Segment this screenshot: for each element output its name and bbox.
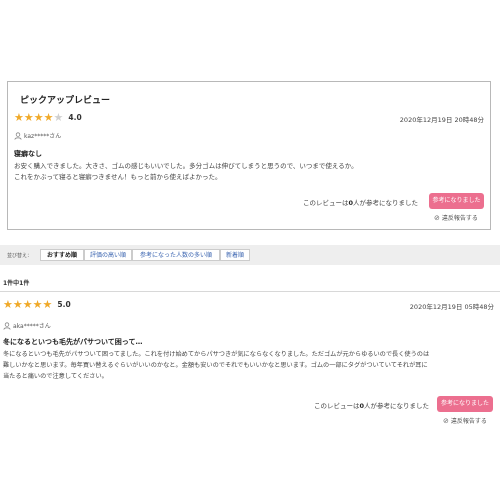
review-title: 冬になるといつも毛先がパサついて困って… <box>3 338 143 346</box>
pickup-review-body: お安く購入できました。大きさ、ゴムの感じもいいでした。多分ゴムは伸びてしまうと思… <box>14 161 484 183</box>
review-helpful-text: このレビューは0人が参考になりました <box>314 400 429 410</box>
review-username: aka*****さん <box>13 323 51 330</box>
body-line: 当たると痛いので注意してください。 <box>3 373 108 380</box>
pickup-username: kaz*****さん <box>24 133 62 140</box>
body-line: お安く購入できました。大きさ、ゴムの感じもいいでした。多分ゴムは伸びてしまうと思… <box>14 162 358 170</box>
star-icon: ★ <box>43 111 54 124</box>
body-line: これをかぶって寝ると寝癖つきません！もっと前から使えばよかった。 <box>14 173 222 181</box>
pickup-user: kaz*****さん <box>14 131 61 140</box>
helpful-prefix: このレビューは <box>314 402 360 410</box>
sort-bar: 並び替え： おすすめ順 評価の高い順 参考になった人数の多い順 新着順 <box>0 245 500 265</box>
helpful-suffix: 人が参考になりました <box>353 199 419 207</box>
review-rating: ★ ★ ★ ★ ★ 5.0 <box>3 299 71 310</box>
star-icon: ★ <box>3 298 13 311</box>
report-label: 違反報告する <box>450 418 487 425</box>
pickup-title: ピックアップレビュー <box>20 96 111 106</box>
helpful-prefix: このレビューは <box>303 199 349 207</box>
star-icon: ★ <box>42 298 53 311</box>
report-link[interactable]: ⊘ 違反報告する <box>434 213 478 223</box>
divider <box>0 291 500 292</box>
helpful-suffix: 人が参考になりました <box>364 402 430 410</box>
body-line: 冬になるといつも毛先がパサついて困ってました。これを付け始めてからパサつきが気に… <box>3 351 430 358</box>
review-date: 2020年12月19日 05時48分 <box>409 303 494 311</box>
user-icon <box>14 131 22 140</box>
sort-label: 並び替え： <box>7 253 33 259</box>
star-icon: ★ <box>12 298 23 311</box>
star-icon: ★ <box>33 111 44 124</box>
helpful-button[interactable]: 参考になりました <box>437 396 493 412</box>
star-icon: ★ <box>23 111 34 124</box>
report-link[interactable]: ⊘ 違反報告する <box>443 416 487 426</box>
prohibit-icon: ⊘ <box>443 416 449 425</box>
pickup-helpful-text: このレビューは0人が参考になりました <box>303 197 418 207</box>
pickup-review-box: ピックアップレビュー ★ ★ ★ ★ ★ 4.0 2020年12月19日 20時… <box>7 81 491 230</box>
report-label: 違反報告する <box>441 215 478 222</box>
tab-highest-rated[interactable]: 評価の高い順 <box>84 249 132 261</box>
helpful-button[interactable]: 参考になりました <box>429 193 484 209</box>
star-icon: ★ <box>22 298 33 311</box>
pickup-score: 4.0 <box>68 113 82 122</box>
tab-recommended[interactable]: おすすめ順 <box>40 249 84 261</box>
review-score: 5.0 <box>57 300 71 309</box>
star-icon: ★ <box>32 298 43 311</box>
prohibit-icon: ⊘ <box>434 213 440 222</box>
star-icon: ★ <box>14 111 24 124</box>
pickup-review-title: 寝癖なし <box>14 150 42 158</box>
result-count: 1件中1件 <box>3 280 30 287</box>
body-line: 難しいかなと思います。毎年買い替えるぐらいがいいのかなと。金額も安いのでそれでも… <box>3 362 428 369</box>
user-icon <box>3 321 11 330</box>
review-user: aka*****さん <box>3 321 51 330</box>
star-empty-icon: ★ <box>53 111 64 124</box>
tab-most-helpful[interactable]: 参考になった人数の多い順 <box>132 249 220 261</box>
pickup-date: 2020年12月19日 20時48分 <box>399 116 484 124</box>
pickup-rating: ★ ★ ★ ★ ★ 4.0 <box>14 112 82 123</box>
tab-newest[interactable]: 新着順 <box>220 249 250 261</box>
review-body: 冬になるといつも毛先がパサついて困ってました。これを付け始めてからパサつきが気に… <box>3 349 497 382</box>
